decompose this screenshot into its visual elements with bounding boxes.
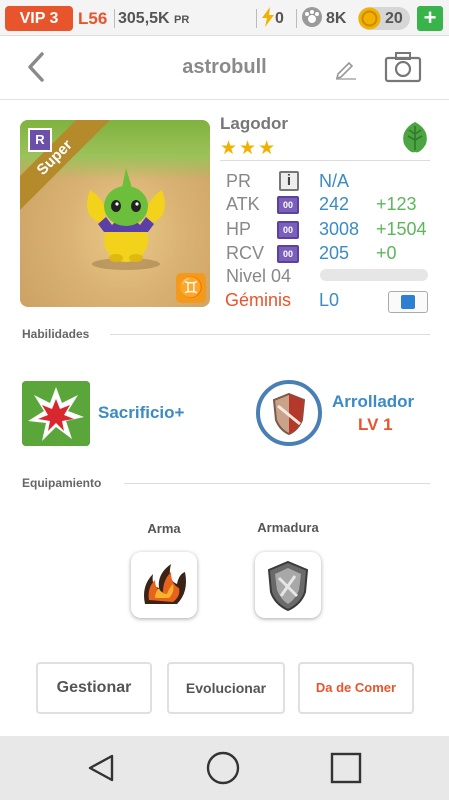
pencil-icon[interactable]: [334, 56, 358, 80]
lightning-icon: [262, 7, 274, 27]
camera-icon[interactable]: [384, 51, 422, 83]
monster-sprite: [87, 168, 165, 270]
stat-rune-icon: 00: [277, 196, 299, 214]
energy-value: 0: [275, 10, 284, 27]
weapon-label: Arma: [147, 521, 181, 536]
stat-rune-icon: 00: [277, 245, 299, 263]
info-icon[interactable]: i: [279, 171, 299, 191]
monster-portrait[interactable]: Super R ♊: [20, 120, 210, 307]
vip-badge[interactable]: VIP 3: [5, 6, 73, 31]
atk-value: 242: [319, 194, 350, 214]
atk-label: ATK: [226, 194, 260, 214]
player-power: 305,5K PR: [118, 6, 189, 33]
armor-shield-icon: [267, 560, 309, 612]
hp-label: HP: [226, 219, 252, 239]
armor-label: Armadura: [257, 520, 319, 535]
level-label: Nivel 04: [226, 266, 292, 286]
weapon-slot[interactable]: [131, 552, 197, 618]
armor-slot[interactable]: [255, 552, 321, 618]
status-bar: VIP 3 L56 305,5K PR 0 8K 20 +: [0, 0, 449, 36]
power-unit: PR: [174, 14, 190, 26]
xp-progress-bar: [320, 269, 428, 281]
hp-bonus: +1504: [376, 219, 427, 239]
zodiac-level: L0: [319, 290, 340, 310]
nav-home-icon[interactable]: [206, 751, 240, 785]
monster-name: Lagodor: [220, 114, 288, 133]
evolve-button[interactable]: Evolucionar: [167, 662, 285, 714]
rcv-label: RCV: [226, 243, 265, 263]
system-nav-bar: [0, 736, 449, 800]
up-arrow-icon: [401, 295, 415, 309]
flame-claw-icon: [144, 564, 186, 604]
gold-coin-icon: [358, 7, 381, 30]
stat-rune-icon: 00: [277, 221, 299, 239]
equipment-section-title: Equipamiento: [22, 476, 102, 490]
paw-icon: [302, 7, 322, 27]
gold-value: 20: [385, 10, 403, 27]
feed-button[interactable]: Da de Comer: [298, 662, 414, 714]
shield-icon: [272, 392, 306, 436]
rcv-bonus: +0: [376, 243, 397, 263]
player-level: L56: [78, 9, 108, 28]
pr-value: N/A: [319, 171, 350, 191]
rank-badge: R: [28, 128, 52, 152]
nav-back-icon[interactable]: [86, 752, 118, 784]
hp-value: 3008: [319, 219, 360, 239]
gold-counter[interactable]: 20: [358, 7, 410, 30]
zodiac-label: Géminis: [225, 290, 292, 310]
star-rating: ★★★: [220, 138, 278, 159]
skills-section-title: Habilidades: [22, 327, 90, 341]
page-title: astrobull: [182, 56, 267, 78]
zodiac-gemini-icon: ♊: [176, 273, 206, 303]
sacrifice-skill-icon[interactable]: [22, 381, 90, 446]
leaf-icon: [403, 122, 427, 153]
energy-counter[interactable]: 0: [261, 6, 284, 31]
food-counter[interactable]: 8K: [301, 6, 346, 31]
rcv-value: 205: [319, 243, 350, 263]
divider: [296, 9, 297, 28]
divider: [124, 483, 430, 484]
upgrade-zodiac-button[interactable]: [388, 291, 428, 313]
ability-level: LV 1: [358, 415, 393, 434]
food-value: 8K: [326, 10, 347, 27]
explosion-icon: [22, 381, 90, 446]
ability-name[interactable]: Arrollador: [332, 392, 414, 412]
divider: [110, 334, 430, 335]
header: astrobull: [0, 36, 449, 100]
divider: [114, 9, 115, 28]
divider: [256, 9, 257, 28]
manage-button[interactable]: Gestionar: [36, 662, 152, 714]
skill-name[interactable]: Sacrificio+: [98, 403, 184, 423]
add-gold-button[interactable]: +: [417, 6, 443, 31]
power-value: 305,5K: [118, 10, 170, 27]
atk-bonus: +123: [376, 194, 417, 214]
ability-icon[interactable]: [256, 380, 322, 446]
nav-recents-icon[interactable]: [330, 752, 362, 784]
pr-label: PR: [226, 171, 252, 191]
divider: [220, 160, 430, 161]
